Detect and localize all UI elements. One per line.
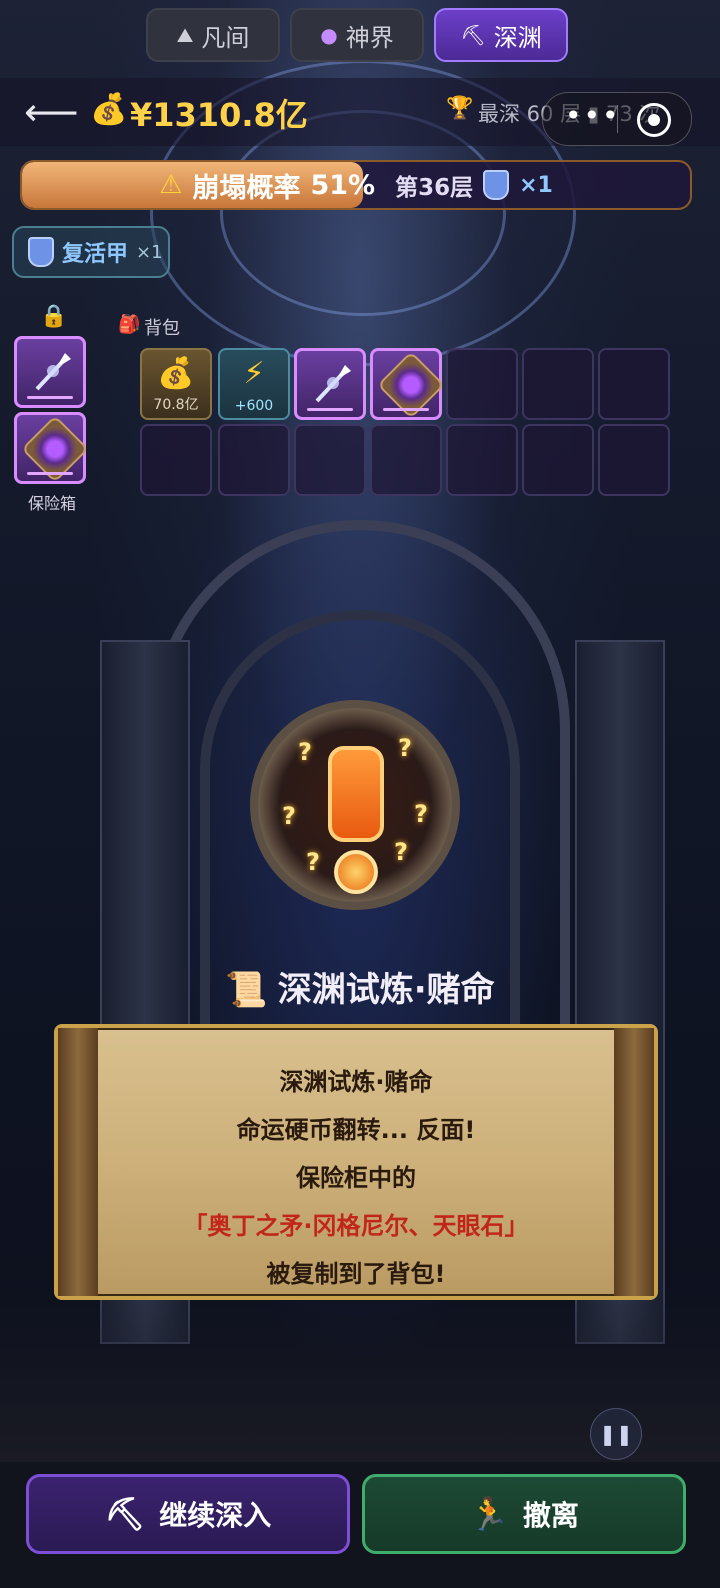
continue-deeper-button[interactable]: ⛏ 继续深入 [26,1474,350,1554]
event-line-items: 「奥丁之矛·冈格尼尔、天眼石」 [183,1212,529,1240]
lock-icon: 🔒 [40,304,68,329]
retreat-label: 撤离 [522,1499,579,1532]
bag-slot-empty[interactable] [598,424,670,496]
bag-slot-empty[interactable] [294,424,366,496]
bag-slot-empty[interactable] [446,424,518,496]
pause-icon: ❚❚ [599,1422,633,1446]
continue-label: 继续深入 [159,1499,272,1532]
capsule-divider [617,105,618,133]
money-bag-icon: 💰 [90,92,128,127]
warning-icon: ⚠ [159,170,183,200]
realm-tabs: ⛰ 凡间 ● 神界 ⛏ 深渊 [146,8,568,62]
event-line: 被复制到了背包! [266,1260,446,1288]
shield-count: ×1 [519,172,553,198]
safe-slot-spear[interactable] [14,336,86,408]
spear-icon [315,365,351,403]
question-mark-icon: ? [414,800,428,828]
bag-slot-empty[interactable] [522,424,594,496]
scroll-icon: 📜 [225,970,268,1010]
event-message-parchment: 深渊试炼·赌命 命运硬币翻转... 反面! 保险柜中的 「奥丁之矛·冈格尼尔、天… [54,1024,658,1300]
trophy-icon: 🏆 [446,96,474,121]
rarity-underline [383,408,429,411]
question-mark-icon: ? [394,838,408,866]
collapse-probability-bar: ⚠ 崩塌概率 51% 第36层 ×1 [20,160,692,210]
event-line: 命运硬币翻转... 反面! [236,1116,476,1144]
bag-slot-money[interactable]: 💰 70.8亿 [140,348,212,420]
bag-slot-empty[interactable] [598,348,670,420]
money-amount: ¥1310.8亿 [130,96,308,134]
collapse-label: 崩塌概率 [192,172,301,204]
running-person-icon: 🏃 [469,1495,509,1533]
current-layer: 第36层 [395,175,474,201]
tab-label: 神界 [345,23,394,52]
collapse-bar-text: ⚠ 崩塌概率 51% 第36层 ×1 [22,162,690,208]
rarity-underline [27,472,73,475]
spear-icon [35,353,71,391]
bag-slot-spear[interactable] [294,348,366,420]
bag-slot-energy[interactable]: ⚡ +600 [218,348,290,420]
scroll-roll-left [58,1028,98,1296]
bag-item-caption: 70.8亿 [153,397,199,413]
tab-abyss[interactable]: ⛏ 深渊 [434,8,568,62]
money-bag-icon: 💰 [157,356,195,391]
rarity-underline [307,408,353,411]
exclamation-dot [334,850,378,894]
exclamation-icon [328,746,384,842]
pickaxe-icon: ⛏ [104,1495,146,1533]
bag-slot-empty[interactable] [446,348,518,420]
miniprogram-capsule: ••• [542,92,692,146]
collapse-percent: 51% [310,169,376,201]
close-target-icon[interactable] [637,103,671,137]
pickaxe-icon: ⛏ [460,23,486,47]
back-arrow-icon[interactable]: ⟵ [24,90,78,134]
pause-button[interactable]: ❚❚ [590,1408,642,1460]
event-line: 深渊试炼·赌命 [279,1068,433,1096]
event-line: 保险柜中的 [296,1164,416,1192]
event-title-text: 深渊试炼·赌命 [277,970,495,1010]
tab-divine[interactable]: ● 神界 [290,8,424,62]
tab-label: 深渊 [493,23,542,52]
tab-label: 凡间 [201,23,250,52]
rarity-underline [27,396,73,399]
safe-label: 保险箱 [28,494,77,513]
shield-icon [28,237,54,267]
bag-label: 背包 [144,318,180,339]
question-mark-icon: ? [282,802,296,830]
scroll-roll-right [614,1028,654,1296]
bag-slot-empty[interactable] [522,348,594,420]
retreat-button[interactable]: 🏃 撤离 [362,1474,686,1554]
bag-slot-empty[interactable] [370,424,442,496]
bag-slot-empty[interactable] [218,424,290,496]
crystal-ball-icon: ● [320,23,338,47]
bag-slot-eye-stone[interactable] [370,348,445,420]
bag-slot-empty[interactable] [140,424,212,496]
tab-mortal[interactable]: ⛰ 凡间 [146,8,280,62]
question-mark-icon: ? [298,738,312,766]
event-emblem: ? ? ? ? ? ? [250,700,460,910]
backpack-icon: 🎒 [118,314,141,335]
question-mark-icon: ? [398,734,412,762]
bag-item-caption: +600 [234,398,274,414]
more-icon[interactable]: ••• [565,99,621,132]
mountain-icon: ⛰ [176,23,194,47]
revive-count: ×1 [136,241,163,263]
event-title: 📜 深渊试炼·赌命 [0,962,720,1011]
top-header: ⟵ 💰 ¥1310.8亿 🏆 最深 60 层 ▮ 73 次 ••• [0,78,720,146]
revive-label: 复活甲 [62,242,129,267]
event-message: 深渊试炼·赌命 命运硬币翻转... 反面! 保险柜中的 「奥丁之矛·冈格尼尔、天… [98,1058,614,1298]
lightning-icon: ⚡ [243,356,265,391]
bottom-action-bar: ⛏ 继续深入 🏃 撤离 [0,1462,720,1588]
shield-icon [483,170,510,200]
revive-armor-chip[interactable]: 复活甲 ×1 [12,226,170,278]
question-mark-icon: ? [306,848,320,876]
safe-slot-eye-stone[interactable] [14,412,89,484]
